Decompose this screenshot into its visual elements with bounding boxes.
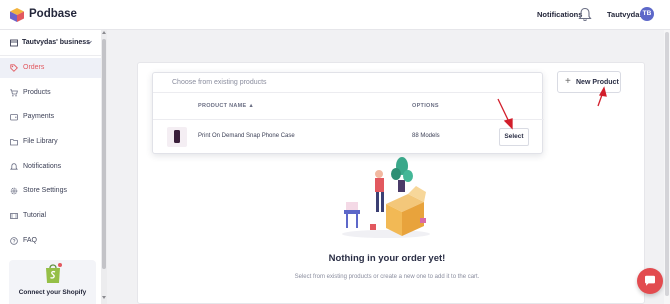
select-product-button[interactable]: Select [499,128,529,146]
avatar[interactable]: TB [640,7,654,21]
product-name: Print On Demand Snap Phone Case [198,133,295,139]
sidebar-scrollbar[interactable] [101,30,107,304]
new-product-label: New Product [576,79,619,86]
sidebar-item-label: Products [23,89,51,96]
empty-order-illustration [342,157,430,238]
shopify-bag-icon [46,263,62,283]
sidebar-item-faq[interactable]: FAQ [0,231,102,251]
sidebar-item-label: File Library [23,138,58,145]
user-name[interactable]: Tautvydas [607,10,644,19]
notifications-link[interactable]: Notifications [537,10,582,19]
sidebar-item-label: Notifications [23,163,62,170]
scroll-up-arrow-icon[interactable] [102,31,106,34]
new-product-button[interactable]: + New Product [557,71,621,93]
col-header-options: OPTIONS [412,103,439,109]
product-search-input[interactable]: Choose from existing products [153,73,544,93]
brand-name: Podbase [29,8,77,20]
empty-state-title: Nothing in your order yet! [328,253,446,264]
sidebar-item-orders[interactable]: Orders [0,58,102,78]
sidebar-item-label: FAQ [23,237,38,244]
business-name: Tautvydas' business [22,39,91,46]
phone-case-image [174,130,180,143]
gear-icon [10,187,18,195]
top-bar: Podbase Notifications Tautvydas TB [0,0,670,30]
shopify-connect-text: Connect your Shopify [18,289,87,296]
sidebar-item-notifications[interactable]: Notifications [0,157,102,177]
wallet-icon [10,114,18,121]
table-row[interactable]: Print On Demand Snap Phone Case 88 Model… [153,120,544,154]
business-selector[interactable]: Tautvydas' business [0,30,102,56]
product-options: 88 Models [412,133,440,139]
podbase-logo-icon[interactable] [9,7,25,23]
product-table-header: PRODUCT NAME ▲ OPTIONS [153,93,544,120]
sidebar-item-payments[interactable]: Payments [0,107,102,127]
sidebar-item-tutorial[interactable]: Tutorial [0,206,102,226]
product-thumbnail [167,127,187,147]
shopify-connect-card[interactable]: Connect your Shopify [9,260,96,304]
chat-button[interactable] [637,268,663,294]
bell-icon [10,163,18,170]
sidebar-item-label: Payments [23,113,55,120]
product-search-placeholder: Choose from existing products [172,79,267,86]
video-icon [10,213,18,219]
main-scrollbar-thumb[interactable] [665,32,669,296]
scroll-down-arrow-icon[interactable] [102,296,106,299]
sidebar-item-store-settings[interactable]: Store Settings [0,181,102,201]
cart-icon [10,89,18,97]
tag-icon [10,64,18,72]
folder-icon [10,139,18,146]
sidebar: Tautvydas' business Orders Products Paym… [0,30,102,304]
main-scrollbar[interactable] [664,30,670,304]
product-chooser-dropdown: Choose from existing products PRODUCT NA… [152,72,544,154]
help-icon [10,237,18,245]
chat-icon [645,275,655,286]
sidebar-item-products[interactable]: Products [0,83,102,103]
col-header-product-name[interactable]: PRODUCT NAME ▲ [198,103,254,109]
sidebar-item-label: Store Settings [23,187,67,194]
sidebar-item-label: Tutorial [23,212,47,219]
store-icon [10,39,18,47]
plus-icon: + [565,76,571,87]
empty-state-subtitle: Select from existing products or create … [294,274,480,280]
sidebar-item-file-library[interactable]: File Library [0,132,102,152]
sidebar-scrollbar-thumb[interactable] [102,39,106,269]
chevron-down-icon [86,40,92,45]
sidebar-item-label: Orders [23,64,45,71]
bell-icon[interactable] [578,7,592,22]
